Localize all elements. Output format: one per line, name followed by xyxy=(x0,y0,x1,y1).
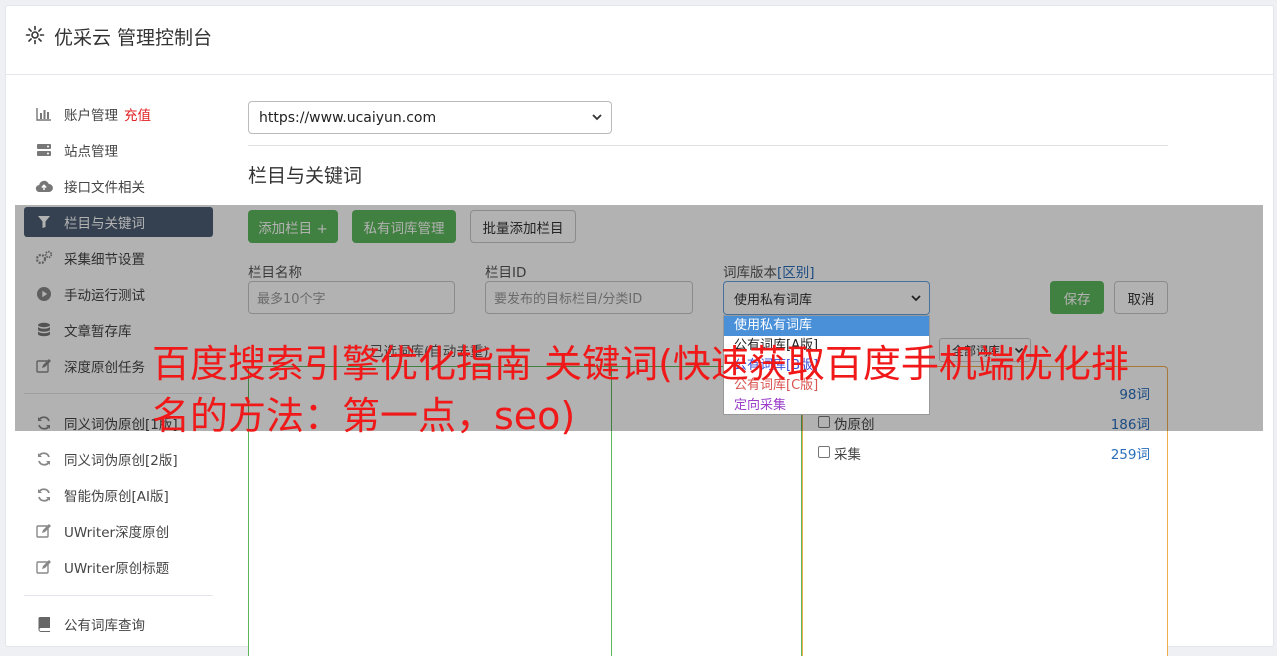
library-count: 259词 xyxy=(1110,447,1150,463)
site-select-value: https://www.ucaiyun.com xyxy=(259,109,437,126)
sidebar-item-ai-rewrite[interactable]: 智能伪原创[AI版] xyxy=(24,480,213,510)
cloud-upload-icon xyxy=(35,177,53,195)
sidebar-item-interface[interactable]: 接口文件相关 xyxy=(24,171,213,201)
recharge-link[interactable]: 充值 xyxy=(124,104,151,124)
edit-icon xyxy=(35,558,53,576)
library-row[interactable]: 采集 259词 xyxy=(818,443,1150,463)
sidebar-item-label: 站点管理 xyxy=(64,144,118,160)
chevron-down-icon xyxy=(592,114,602,121)
sidebar-item-label: 公有词库查询 xyxy=(64,618,145,634)
sidebar-item-label: 账户管理 xyxy=(64,108,118,124)
book-icon xyxy=(35,615,53,633)
site-select[interactable]: https://www.ucaiyun.com xyxy=(248,101,612,134)
sidebar-item-label: UWriter原创标题 xyxy=(64,561,170,577)
version-option[interactable]: 使用私有词库 xyxy=(724,316,929,336)
library-checkbox[interactable] xyxy=(818,446,830,458)
sidebar-item-label: 同义词伪原创[2版] xyxy=(64,453,178,469)
gear-icon xyxy=(25,25,45,45)
sidebar-item-label: UWriter深度原创 xyxy=(64,525,170,541)
edit-icon xyxy=(35,522,53,540)
refresh-icon xyxy=(35,450,53,468)
console-title: 优采云 管理控制台 xyxy=(54,27,213,49)
sidebar-item-public-lib[interactable]: 公有词库查询 xyxy=(24,609,213,639)
library-name: 采集 xyxy=(834,447,861,463)
sidebar-item-sites[interactable]: 站点管理 xyxy=(24,135,213,165)
sidebar-item-uwriter-deep[interactable]: UWriter深度原创 xyxy=(24,516,213,546)
server-icon xyxy=(35,141,53,159)
sidebar-item-label: 接口文件相关 xyxy=(64,180,145,196)
sidebar-item-uwriter-title[interactable]: UWriter原创标题 xyxy=(24,552,213,582)
sidebar-divider xyxy=(24,595,213,596)
refresh-icon xyxy=(35,486,53,504)
sidebar-item-account[interactable]: 账户管理 充值 xyxy=(24,99,213,129)
overlay-headline-text: 百度搜索引擎优化指南 关键词(快速获取百度手机端优化排名的方法：第一点，seo) xyxy=(152,342,1129,438)
page-header: 优采云 管理控制台 xyxy=(6,6,1273,75)
section-divider xyxy=(248,145,1168,146)
sidebar-item-synonym-v2[interactable]: 同义词伪原创[2版] xyxy=(24,444,213,474)
bar-chart-icon xyxy=(35,105,53,123)
section-title: 栏目与关键词 xyxy=(248,165,363,187)
sidebar-item-label: 智能伪原创[AI版] xyxy=(64,489,169,505)
